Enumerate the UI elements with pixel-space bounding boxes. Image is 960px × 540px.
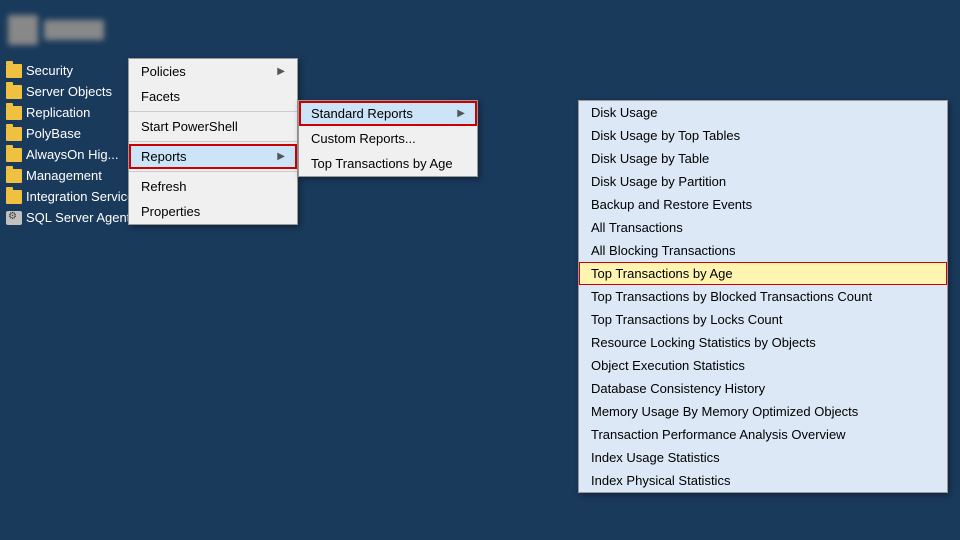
menu-item-refresh[interactable]: Refresh bbox=[129, 174, 297, 199]
report-label: Object Execution Statistics bbox=[591, 358, 745, 373]
menu-item-powershell[interactable]: Start PowerShell bbox=[129, 114, 297, 139]
sidebar-item-label: Management bbox=[26, 168, 102, 183]
report-item-top-transactions-blocked[interactable]: Top Transactions by Blocked Transactions… bbox=[579, 285, 947, 308]
sidebar-item-management[interactable]: Management bbox=[0, 165, 130, 186]
sidebar: Security Server Objects Replication Poly… bbox=[0, 0, 130, 540]
report-item-backup-restore[interactable]: Backup and Restore Events bbox=[579, 193, 947, 216]
menu-label: Reports bbox=[141, 149, 187, 164]
report-label: All Blocking Transactions bbox=[591, 243, 736, 258]
context-menu-level-1: Policies ▶ Facets Start PowerShell Repor… bbox=[128, 58, 298, 225]
submenu-arrow-icon: ▶ bbox=[457, 108, 465, 119]
menu-label: Properties bbox=[141, 204, 200, 219]
sidebar-item-security[interactable]: Security bbox=[0, 60, 130, 81]
report-label: Resource Locking Statistics by Objects bbox=[591, 335, 816, 350]
folder-icon bbox=[6, 64, 22, 78]
context-menu-level-4: Disk Usage Disk Usage by Top Tables Disk… bbox=[578, 100, 948, 493]
report-item-disk-usage-top-tables[interactable]: Disk Usage by Top Tables bbox=[579, 124, 947, 147]
report-label: Top Transactions by Blocked Transactions… bbox=[591, 289, 872, 304]
sidebar-item-polybase[interactable]: PolyBase bbox=[0, 123, 130, 144]
sidebar-item-label: Replication bbox=[26, 105, 90, 120]
menu-label: Custom Reports... bbox=[311, 131, 416, 146]
agent-icon bbox=[6, 211, 22, 225]
sidebar-item-sql-agent[interactable]: SQL Server Agent bbox=[0, 207, 130, 228]
report-item-object-execution[interactable]: Object Execution Statistics bbox=[579, 354, 947, 377]
report-label: Index Usage Statistics bbox=[591, 450, 720, 465]
folder-icon bbox=[6, 169, 22, 183]
folder-icon bbox=[6, 148, 22, 162]
sidebar-item-alwayson[interactable]: AlwaysOn Hig... bbox=[0, 144, 130, 165]
report-label: Disk Usage by Table bbox=[591, 151, 709, 166]
context-menu-level-2: Standard Reports ▶ Custom Reports... Top… bbox=[298, 100, 478, 177]
submenu-arrow-icon: ▶ bbox=[277, 66, 285, 77]
folder-icon bbox=[6, 85, 22, 99]
report-item-db-consistency[interactable]: Database Consistency History bbox=[579, 377, 947, 400]
submenu-arrow-icon: ▶ bbox=[277, 151, 285, 162]
report-item-disk-usage-partition[interactable]: Disk Usage by Partition bbox=[579, 170, 947, 193]
folder-icon bbox=[6, 127, 22, 141]
sidebar-item-label: AlwaysOn Hig... bbox=[26, 147, 118, 162]
report-item-resource-locking[interactable]: Resource Locking Statistics by Objects bbox=[579, 331, 947, 354]
report-label: Disk Usage bbox=[591, 105, 657, 120]
sidebar-item-replication[interactable]: Replication bbox=[0, 102, 130, 123]
report-label: Backup and Restore Events bbox=[591, 197, 752, 212]
sidebar-item-label: SQL Server Agent bbox=[26, 210, 130, 225]
sidebar-item-integration-services[interactable]: Integration Services Catalogs bbox=[0, 186, 130, 207]
menu-label: Refresh bbox=[141, 179, 187, 194]
sidebar-item-label: PolyBase bbox=[26, 126, 81, 141]
report-item-all-transactions[interactable]: All Transactions bbox=[579, 216, 947, 239]
menu-label: Facets bbox=[141, 89, 180, 104]
sidebar-item-label: Server Objects bbox=[26, 84, 112, 99]
report-item-index-usage[interactable]: Index Usage Statistics bbox=[579, 446, 947, 469]
report-label: Disk Usage by Top Tables bbox=[591, 128, 740, 143]
report-item-transaction-performance[interactable]: Transaction Performance Analysis Overvie… bbox=[579, 423, 947, 446]
menu-item-properties[interactable]: Properties bbox=[129, 199, 297, 224]
menu-label: Standard Reports bbox=[311, 106, 413, 121]
report-item-all-blocking[interactable]: All Blocking Transactions bbox=[579, 239, 947, 262]
logo-text bbox=[44, 20, 104, 40]
menu-item-reports[interactable]: Reports ▶ bbox=[129, 144, 297, 169]
menu-divider bbox=[129, 111, 297, 112]
report-item-index-physical[interactable]: Index Physical Statistics bbox=[579, 469, 947, 492]
report-label: Memory Usage By Memory Optimized Objects bbox=[591, 404, 858, 419]
menu-label: Top Transactions by Age bbox=[311, 156, 453, 171]
menu-item-custom-reports[interactable]: Custom Reports... bbox=[299, 126, 477, 151]
menu-item-facets[interactable]: Facets bbox=[129, 84, 297, 109]
report-item-top-transactions-age[interactable]: Top Transactions by Age bbox=[579, 262, 947, 285]
report-label: Top Transactions by Age bbox=[591, 266, 733, 281]
menu-item-standard-reports[interactable]: Standard Reports ▶ bbox=[299, 101, 477, 126]
report-label: Transaction Performance Analysis Overvie… bbox=[591, 427, 846, 442]
report-item-memory-usage[interactable]: Memory Usage By Memory Optimized Objects bbox=[579, 400, 947, 423]
report-label: Database Consistency History bbox=[591, 381, 765, 396]
logo-icon bbox=[8, 15, 38, 45]
report-label: Disk Usage by Partition bbox=[591, 174, 726, 189]
sidebar-item-label: Security bbox=[26, 63, 73, 78]
report-label: All Transactions bbox=[591, 220, 683, 235]
report-item-disk-usage[interactable]: Disk Usage bbox=[579, 101, 947, 124]
report-item-top-transactions-locks[interactable]: Top Transactions by Locks Count bbox=[579, 308, 947, 331]
folder-icon bbox=[6, 190, 22, 204]
menu-divider bbox=[129, 141, 297, 142]
folder-icon bbox=[6, 106, 22, 120]
menu-item-top-transactions[interactable]: Top Transactions by Age bbox=[299, 151, 477, 176]
report-item-disk-usage-table[interactable]: Disk Usage by Table bbox=[579, 147, 947, 170]
sidebar-item-server-objects[interactable]: Server Objects bbox=[0, 81, 130, 102]
menu-item-policies[interactable]: Policies ▶ bbox=[129, 59, 297, 84]
sidebar-header bbox=[0, 0, 130, 60]
report-label: Top Transactions by Locks Count bbox=[591, 312, 783, 327]
menu-label: Start PowerShell bbox=[141, 119, 238, 134]
report-label: Index Physical Statistics bbox=[591, 473, 730, 488]
menu-divider bbox=[129, 171, 297, 172]
menu-label: Policies bbox=[141, 64, 186, 79]
